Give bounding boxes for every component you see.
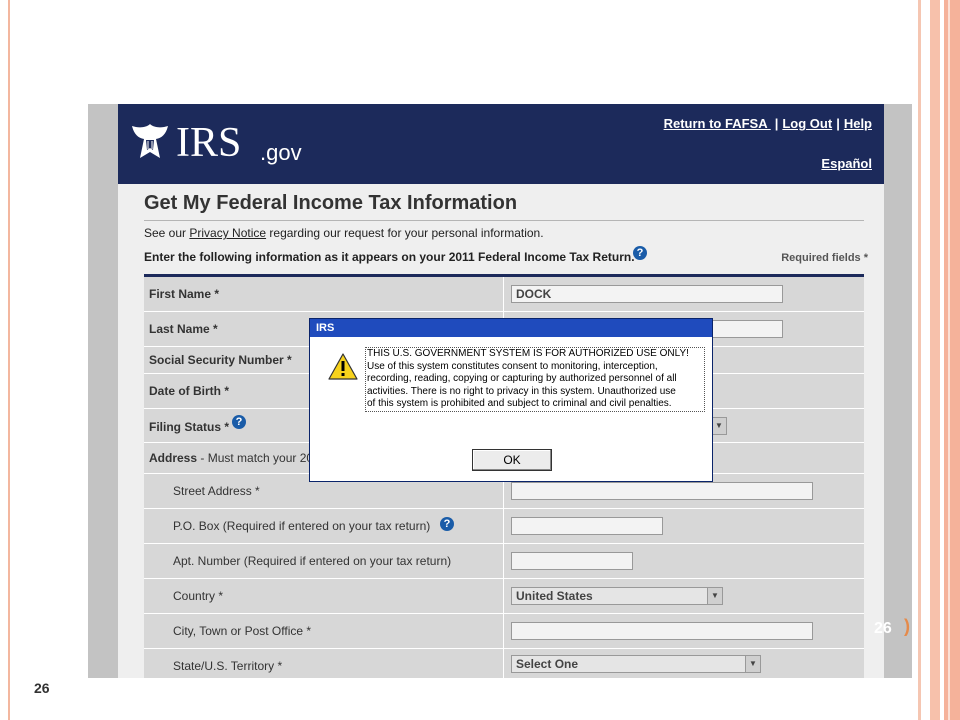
link-separator: | <box>836 116 840 131</box>
po-box-input[interactable] <box>511 517 663 535</box>
log-out-link[interactable]: Log Out <box>782 116 832 131</box>
espanol-link[interactable]: Español <box>821 156 872 171</box>
slide-badge-paren: ) <box>904 616 910 636</box>
dialog-body: THIS U.S. GOVERNMENT SYSTEM IS FOR AUTHO… <box>310 337 712 481</box>
first-name-input[interactable] <box>511 285 783 303</box>
warning-icon <box>328 353 358 380</box>
slide-page-number: 26 <box>34 680 50 696</box>
state-select[interactable]: Select One ▼ <box>511 655 761 673</box>
slide-right-decoration <box>918 0 960 720</box>
po-box-label: P.O. Box (Required if entered on your ta… <box>173 519 431 533</box>
filing-status-help-icon[interactable]: ? <box>232 415 246 429</box>
form-row-po-box: P.O. Box (Required if entered on your ta… <box>144 509 864 544</box>
logo-text: IRS <box>176 120 242 166</box>
dialog-message-line: recording, reading, copying or capturing… <box>367 373 677 384</box>
form-row-state: State/U.S. Territory * Select One ▼ <box>144 649 864 678</box>
street-address-input[interactable] <box>511 482 813 500</box>
help-link[interactable]: Help <box>844 116 872 131</box>
dropdown-arrow-icon: ▼ <box>745 656 760 672</box>
dropdown-arrow-icon: ▼ <box>711 418 726 434</box>
dropdown-arrow-icon: ▼ <box>707 588 722 604</box>
state-label: State/U.S. Territory * <box>173 659 283 673</box>
dialog-message-line: THIS U.S. GOVERNMENT SYSTEM IS FOR AUTHO… <box>367 348 689 359</box>
page-title: Get My Federal Income Tax Information <box>144 192 518 214</box>
filing-status-label: Filing Status * <box>149 420 230 434</box>
privacy-prefix: See our <box>144 226 190 240</box>
street-address-label: Street Address * <box>173 484 260 498</box>
form-row-apt: Apt. Number (Required if entered on your… <box>144 544 864 579</box>
apt-number-label: Apt. Number (Required if entered on your… <box>173 554 452 568</box>
instruction-text: Enter the following information as it ap… <box>144 250 635 264</box>
address-label: Address - Must match your 20 <box>149 451 313 465</box>
dialog-message-line: Use of this system constitutes consent t… <box>367 360 658 372</box>
city-input[interactable] <box>511 622 813 640</box>
address-label-extra: - Must match your 20 <box>197 451 314 465</box>
logo-suffix: .gov <box>260 140 302 165</box>
dob-label: Date of Birth * <box>149 384 230 398</box>
privacy-notice-link[interactable]: Privacy Notice <box>189 226 266 240</box>
slide-left-border <box>8 0 10 720</box>
header-links: Return to FAFSA | Log Out | Help <box>664 116 872 131</box>
country-select[interactable]: United States ▼ <box>511 587 723 605</box>
form-row-city: City, Town or Post Office * <box>144 614 864 649</box>
po-box-help-icon[interactable]: ? <box>440 517 454 531</box>
dialog-message: THIS U.S. GOVERNMENT SYSTEM IS FOR AUTHO… <box>365 347 705 412</box>
slide-badge-number: 26 <box>874 620 892 637</box>
dialog-message-line: of this system is prohibited and subject… <box>367 398 672 409</box>
irs-logo[interactable]: IRS .gov <box>128 118 308 168</box>
apt-number-input[interactable] <box>511 552 633 570</box>
state-selected-value: Select One <box>516 657 579 671</box>
privacy-notice-line: See our Privacy Notice regarding our req… <box>144 226 544 240</box>
ok-button[interactable]: OK <box>472 449 552 471</box>
city-label: City, Town or Post Office * <box>173 624 312 638</box>
first-name-label: First Name * <box>149 287 220 301</box>
last-name-label: Last Name * <box>149 322 218 336</box>
ssn-label: Social Security Number * <box>149 353 292 367</box>
link-separator: | <box>774 116 779 131</box>
eagle-logo-icon <box>132 124 168 158</box>
irs-warning-dialog: IRS THIS U.S. GOVERNMENT SYSTEM IS FOR A… <box>309 318 713 482</box>
dialog-title[interactable]: IRS <box>310 319 712 337</box>
form-row-first-name: First Name * <box>144 277 864 312</box>
required-fields-note: Required fields * <box>781 252 868 264</box>
title-divider <box>144 220 864 221</box>
address-label-text: Address <box>149 451 198 465</box>
irs-header: IRS .gov Return to FAFSA | Log Out | Help E… <box>118 104 884 184</box>
privacy-suffix: regarding our request for your personal … <box>266 226 544 240</box>
country-selected-value: United States <box>516 589 593 603</box>
form-row-country: Country * United States ▼ <box>144 579 864 614</box>
return-to-fafsa-link[interactable]: Return to FAFSA <box>664 116 771 131</box>
help-icon[interactable]: ? <box>633 246 647 260</box>
country-label: Country * <box>173 589 224 603</box>
dialog-message-line: activities. There is no right to privacy… <box>367 385 676 397</box>
